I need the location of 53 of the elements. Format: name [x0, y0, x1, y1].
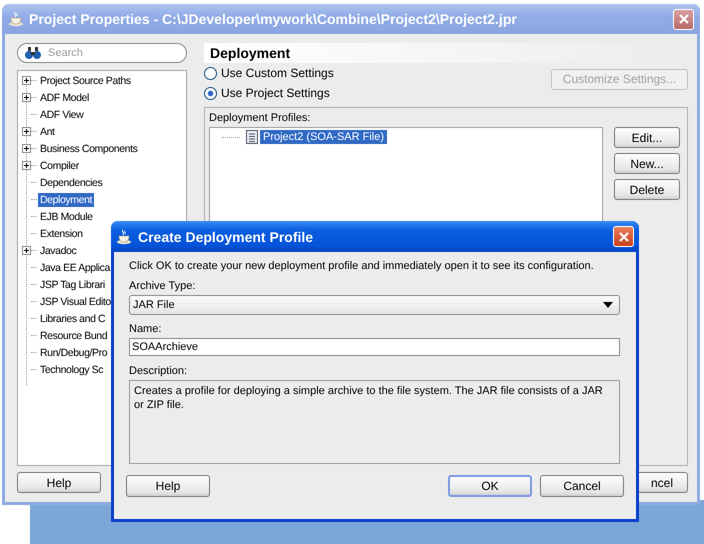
tree-item[interactable]: ADF View — [38, 108, 86, 122]
tree-item[interactable]: Run/Debug/Pro — [38, 346, 110, 360]
expand-icon[interactable] — [22, 93, 31, 102]
tree-item[interactable]: Resource Bund — [38, 328, 110, 342]
close-button[interactable] — [613, 226, 634, 247]
archive-type-label: Archive Type: — [129, 280, 196, 292]
ok-button[interactable]: OK — [448, 475, 532, 497]
binoculars-icon — [25, 46, 41, 60]
cancel-button[interactable]: Cancel — [540, 475, 624, 497]
intro-text: Click OK to create your new deployment profile and immediately open it to see its configuration. — [129, 260, 595, 272]
tree-item[interactable]: Project Source Paths — [38, 74, 133, 88]
tree-item[interactable]: Javadoc — [38, 244, 78, 258]
cup-icon — [8, 11, 24, 27]
tree-item[interactable]: Extension — [38, 226, 85, 240]
document-icon — [246, 130, 258, 144]
close-icon — [678, 13, 690, 25]
tree-item[interactable]: Deployment — [38, 192, 94, 206]
tree-item[interactable]: EJB Module — [38, 210, 95, 224]
tree-item[interactable]: Ant — [38, 124, 57, 138]
radio-option[interactable]: Use Project Settings — [204, 86, 330, 100]
description-text: Creates a profile for deploying a simple archive to the file system. The JAR file consists of a JAR or ZIP file. — [134, 385, 603, 411]
expand-icon[interactable] — [22, 246, 31, 255]
profile-item[interactable]: Project2 (SOA-SAR File) — [260, 130, 388, 144]
expand-icon[interactable] — [22, 76, 31, 85]
tree-item[interactable]: Libraries and C — [38, 312, 108, 326]
cup-icon — [116, 228, 132, 244]
help-button[interactable]: Help — [17, 472, 101, 493]
dialog-title: Create Deployment Profile — [138, 228, 314, 244]
name-field[interactable]: SOAArchieve — [129, 338, 620, 356]
tree-item[interactable]: Compiler — [38, 158, 81, 172]
tree-item[interactable]: JSP Tag Librari — [38, 278, 107, 292]
expand-icon[interactable] — [22, 161, 31, 170]
archive-type-dropdown[interactable]: JAR File — [129, 295, 620, 315]
help-button[interactable]: Help — [126, 475, 210, 497]
tree-item[interactable]: Business Components — [38, 142, 140, 156]
tree-item[interactable]: Java EE Applica — [38, 260, 112, 274]
radio-option[interactable]: Use Custom Settings — [204, 66, 334, 80]
tree-item[interactable]: JSP Visual Edito — [38, 294, 113, 308]
window-title: Project Properties - C:\JDeveloper\mywork\Combine\Project2\Project2.jpr — [29, 11, 518, 27]
search-field[interactable]: Search — [17, 43, 187, 63]
profiles-label: Deployment Profiles: — [209, 112, 310, 124]
profile-action-button[interactable]: Delete — [614, 179, 680, 200]
tree-item[interactable]: ADF Model — [38, 90, 91, 104]
description-label: Description: — [129, 365, 188, 377]
expand-icon[interactable] — [22, 144, 31, 153]
name-label: Name: — [129, 323, 162, 335]
close-icon — [618, 230, 630, 242]
profile-action-button[interactable]: New... — [614, 153, 680, 174]
expand-icon[interactable] — [22, 127, 31, 136]
dropdown-arrow-icon — [603, 302, 613, 308]
profile-action-button[interactable]: Edit... — [614, 127, 680, 148]
tree-item[interactable]: Dependencies — [38, 176, 104, 190]
tree-item[interactable]: Technology Sc — [38, 362, 106, 376]
